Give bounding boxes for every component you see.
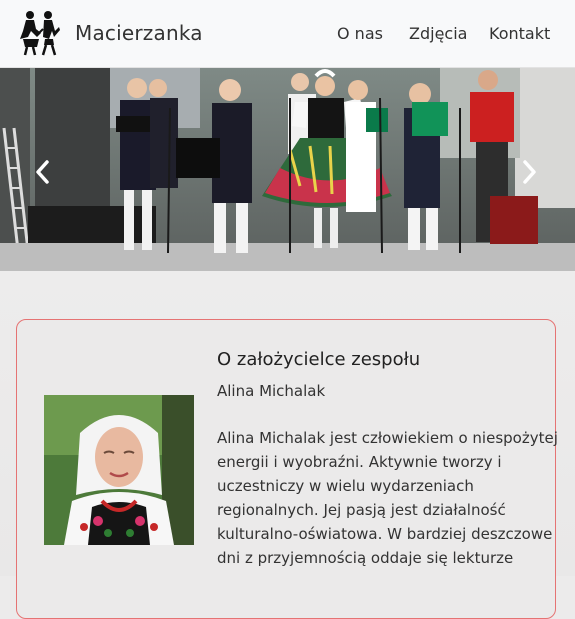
chevron-right-icon[interactable] — [517, 158, 541, 186]
bio-line: kulturalno-oświatowa. W bardziej deszczo… — [217, 525, 553, 543]
founder-section-title: O założycielce zespołu — [217, 349, 421, 370]
bio-line: dni z przyjemnością oddaje się lekturze — [217, 549, 514, 567]
founder-name: Alina Michalak — [217, 382, 326, 400]
navbar: Macierzanka O nas Zdjęcia Kontakt — [0, 0, 575, 68]
brand-name[interactable]: Macierzanka — [75, 21, 203, 45]
folk-dancers-icon[interactable] — [17, 9, 61, 57]
photo-carousel[interactable] — [0, 68, 575, 271]
main-content: O założycielce zespołu Alina Michalak Al… — [0, 271, 575, 619]
bio-line: uczestniczy w wielu wydarzeniach — [217, 477, 474, 495]
nav-link-o-nas[interactable]: O nas — [337, 24, 383, 43]
nav-link-kontakt[interactable]: Kontakt — [489, 24, 550, 43]
founder-card: O założycielce zespołu Alina Michalak Al… — [16, 319, 558, 619]
nav-link-zdjecia[interactable]: Zdjęcia — [409, 24, 467, 43]
bio-line: regionalnych. Jej pasją jest działalność — [217, 501, 506, 519]
founder-portrait — [44, 395, 194, 545]
bio-line: Alina Michalak jest człowiekiem o niespo… — [217, 429, 558, 447]
founder-bio: Alina Michalak jest człowiekiem o niespo… — [217, 426, 558, 570]
bio-line: energii i wyobraźni. Aktywnie tworzy i — [217, 453, 502, 471]
chevron-left-icon[interactable] — [31, 158, 55, 186]
carousel-photo — [0, 68, 575, 271]
